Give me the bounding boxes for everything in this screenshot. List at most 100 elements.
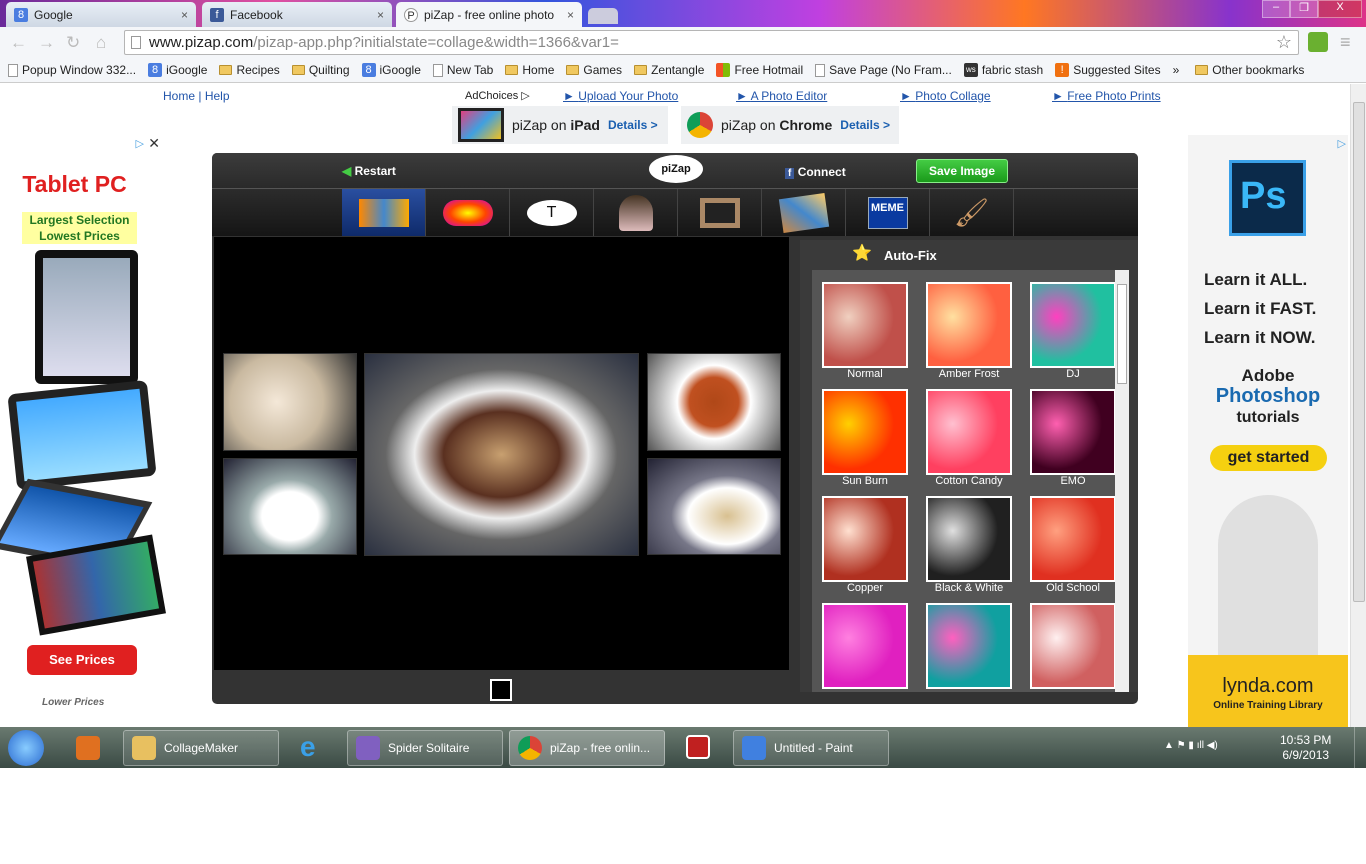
menu-icon[interactable]: ≡ xyxy=(1340,32,1351,53)
taskbar-item[interactable]: CollageMaker xyxy=(123,730,279,766)
background-color-swatch[interactable] xyxy=(490,679,512,701)
photo-prints-link[interactable]: ► Free Photo Prints xyxy=(1052,89,1161,103)
help-link[interactable]: Help xyxy=(205,89,230,103)
taskbar-item[interactable]: piZap - free onlin... xyxy=(509,730,665,766)
tab-pizap[interactable]: PpiZap - free online photo × xyxy=(396,2,582,27)
collage-canvas[interactable] xyxy=(214,237,789,670)
home-icon[interactable]: ⌂ xyxy=(96,33,106,53)
scrollbar-thumb[interactable] xyxy=(1353,102,1365,602)
adchoices-icon[interactable]: ▷ xyxy=(1338,137,1346,150)
print-extension-icon[interactable] xyxy=(1308,32,1328,52)
paint-tool[interactable]: 🖌 xyxy=(930,189,1014,236)
upload-photo-link[interactable]: ► Upload Your Photo xyxy=(563,89,678,103)
bookmark-item[interactable]: Free Hotmail xyxy=(716,63,803,77)
bookmark-item[interactable]: Quilting xyxy=(291,63,350,77)
connect-button[interactable]: f Connect xyxy=(785,165,846,179)
bookmark-item[interactable]: Games xyxy=(566,63,622,77)
bookmark-item[interactable]: 8 iGoogle xyxy=(148,63,207,77)
chrome-promo[interactable]: piZap on Chrome Details > xyxy=(681,106,899,144)
filter-option[interactable]: DJ xyxy=(1030,282,1116,380)
stickers-tool[interactable] xyxy=(426,189,510,236)
minimize-icon[interactable]: – xyxy=(1262,0,1290,18)
tab-google[interactable]: 8 Google × xyxy=(6,2,196,27)
filter-option[interactable] xyxy=(1030,603,1116,689)
filter-option[interactable]: Normal xyxy=(822,282,908,380)
new-tab-button[interactable] xyxy=(588,8,618,24)
bookmark-item[interactable]: Recipes xyxy=(219,63,280,77)
filter-option[interactable]: Cotton Candy xyxy=(926,389,1012,487)
close-tab-icon[interactable]: × xyxy=(567,8,574,22)
frames-tool[interactable] xyxy=(678,189,762,236)
show-desktop-button[interactable] xyxy=(1354,727,1366,768)
filter-option[interactable]: Black & White xyxy=(926,496,1012,594)
close-window-icon[interactable]: X xyxy=(1318,0,1362,18)
photo-editor-link[interactable]: ► A Photo Editor xyxy=(736,89,827,103)
bookmark-item[interactable]: ws fabric stash xyxy=(963,63,1043,77)
text-tool[interactable]: T xyxy=(510,189,594,236)
photos-tool[interactable] xyxy=(762,189,846,236)
close-ad-icon[interactable]: ✕ xyxy=(148,135,160,152)
bookmark-item[interactable]: Zentangle xyxy=(634,63,704,77)
filter-option[interactable] xyxy=(926,603,1012,689)
collage-photo-soup[interactable] xyxy=(647,353,781,451)
close-tab-icon[interactable]: × xyxy=(181,8,188,22)
collage-photo-spring-rolls[interactable] xyxy=(223,458,357,555)
filter-scrollbar[interactable] xyxy=(1115,270,1129,692)
close-tab-icon[interactable]: × xyxy=(377,8,384,22)
back-icon[interactable]: ← xyxy=(10,33,27,53)
details-link[interactable]: Details > xyxy=(840,118,890,132)
tray-icons[interactable]: ▲ ⚑ ▮ ıll ◀) xyxy=(1164,740,1218,751)
address-bar[interactable]: www.pizap.com/pizap-app.php?initialstate… xyxy=(124,30,1299,55)
tablet-ad[interactable]: ▷ ✕ Tablet PC Largest Selection Lowest Pr… xyxy=(0,135,166,727)
bookmark-item[interactable]: Save Page (No Fram... xyxy=(815,63,952,77)
adchoices[interactable]: AdChoices ▷ xyxy=(465,89,530,102)
bookmark-item[interactable]: New Tab xyxy=(432,63,493,77)
bookmark-item[interactable]: 8 iGoogle xyxy=(361,63,421,77)
tab-facebook[interactable]: f Facebook × xyxy=(202,2,392,27)
see-prices-button[interactable]: See Prices xyxy=(27,645,137,675)
filter-option[interactable] xyxy=(822,603,908,689)
restart-button[interactable]: ◀ Restart xyxy=(342,164,396,178)
bookmarks-bar: Popup Window 332... 8 iGoogle Recipes Qui… xyxy=(0,58,1366,83)
bookmark-item[interactable]: Home xyxy=(505,63,554,77)
clock[interactable]: 10:53 PM 6/9/2013 xyxy=(1280,733,1331,763)
paintbrush-icon: 🖌 xyxy=(953,197,990,228)
other-bookmarks[interactable]: Other bookmarks xyxy=(1195,63,1304,77)
filter-option[interactable]: Old School xyxy=(1030,496,1116,594)
filter-option[interactable]: Amber Frost xyxy=(926,282,1012,380)
bookmarks-overflow-button[interactable]: » xyxy=(1173,63,1180,77)
bookmark-item[interactable]: Popup Window 332... xyxy=(8,63,136,77)
collage-photo-noodles[interactable] xyxy=(647,458,781,555)
collage-photo-main-dish[interactable] xyxy=(364,353,639,556)
adchoices-icon[interactable]: ▷ xyxy=(136,137,144,150)
save-image-button[interactable]: Save Image xyxy=(916,159,1008,183)
home-link[interactable]: Home xyxy=(163,89,195,103)
bookmark-item[interactable]: ! Suggested Sites xyxy=(1055,63,1161,77)
star-icon[interactable]: ☆ xyxy=(1276,32,1292,53)
restore-icon[interactable]: ❐ xyxy=(1290,0,1318,18)
internet-explorer-icon[interactable]: e xyxy=(300,731,316,763)
collage-photo-chips[interactable] xyxy=(223,353,357,451)
photo-collage-link[interactable]: ► Photo Collage xyxy=(900,89,991,103)
filter-option[interactable]: Copper xyxy=(822,496,908,594)
collage-tool[interactable] xyxy=(342,189,426,236)
page-scrollbar[interactable] xyxy=(1350,84,1366,727)
meme-tool[interactable]: MEME xyxy=(846,189,930,236)
reload-icon[interactable]: ↻ xyxy=(66,33,80,53)
arrow-left-icon: ◀ xyxy=(342,164,352,178)
filter-option[interactable]: EMO xyxy=(1030,389,1116,487)
ipad-promo[interactable]: piZap on iPad Details > xyxy=(452,106,668,144)
taskbar-item[interactable]: Untitled - Paint xyxy=(733,730,889,766)
filter-option[interactable]: Sun Burn xyxy=(822,389,908,487)
app-icon[interactable] xyxy=(686,735,710,759)
details-link[interactable]: Details > xyxy=(608,118,658,132)
get-started-button[interactable]: get started xyxy=(1210,445,1327,471)
forward-icon[interactable]: → xyxy=(38,33,55,53)
bulb-icon: ! xyxy=(1055,63,1070,77)
scrollbar-thumb[interactable] xyxy=(1117,284,1127,384)
cutout-tool[interactable] xyxy=(594,189,678,236)
start-button[interactable] xyxy=(8,730,44,766)
media-player-icon[interactable] xyxy=(76,736,100,760)
taskbar-item[interactable]: Spider Solitaire xyxy=(347,730,503,766)
photoshop-ad[interactable]: ▷ Ps Learn it ALL. Learn it FAST. Learn it… xyxy=(1188,135,1348,727)
